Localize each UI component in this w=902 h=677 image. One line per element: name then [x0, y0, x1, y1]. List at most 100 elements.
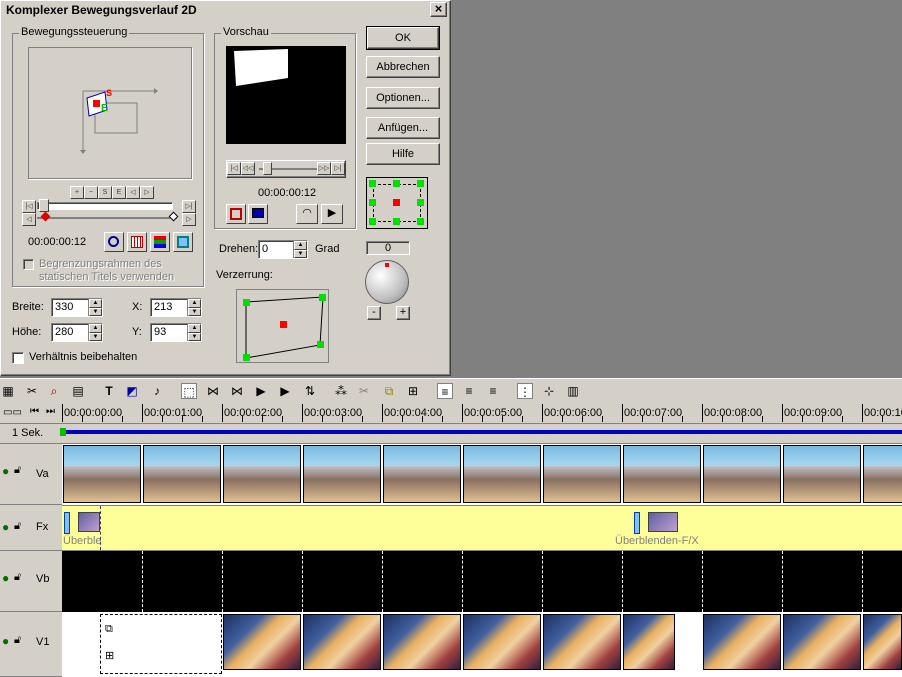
track-va-visible-icon[interactable]: ●: [2, 464, 9, 478]
track-vb[interactable]: [62, 551, 902, 612]
keyframe-start-marker[interactable]: [40, 211, 51, 222]
ruler-next-icon[interactable]: ⏭: [46, 406, 55, 417]
track-fx-visible-icon[interactable]: ●: [2, 520, 9, 534]
slider-thumb[interactable]: [39, 199, 49, 212]
title-clip[interactable]: ⧉ ⊞: [100, 614, 222, 674]
filmstrip-icon[interactable]: ▥: [565, 383, 581, 399]
playhead-marker[interactable]: [60, 428, 66, 436]
razor-icon[interactable]: ✂: [24, 383, 40, 399]
color-bars-icon[interactable]: [150, 232, 170, 252]
slide-icon[interactable]: ▶: [253, 383, 269, 399]
group-icon[interactable]: ⧉: [381, 383, 397, 399]
time-ruler[interactable]: [0, 402, 902, 424]
keyframe-track[interactable]: [37, 217, 177, 219]
track-vb-visible-icon[interactable]: ●: [2, 571, 9, 585]
grid-snap-icon[interactable]: ⊹: [541, 383, 557, 399]
track-v1[interactable]: ⧉ ⊞: [62, 612, 902, 677]
preview-frame-icon[interactable]: [226, 204, 246, 224]
document-icon[interactable]: ▤: [70, 383, 86, 399]
track-fx-lock-icon[interactable]: 🔓︎: [14, 520, 21, 533]
preview-end-icon[interactable]: ▷|: [331, 162, 345, 175]
dial-plus-button[interactable]: +: [396, 306, 410, 320]
trim-icon[interactable]: ⋈: [205, 383, 221, 399]
step-back-icon[interactable]: ◁: [22, 213, 36, 226]
track-v1-lock-icon[interactable]: 🔓︎: [14, 634, 21, 647]
preview-forward-icon[interactable]: ▷▷: [317, 162, 331, 175]
step-forward-icon[interactable]: ▷: [182, 213, 196, 226]
add-button[interactable]: Anfügen...: [366, 117, 440, 139]
ratio-checkbox[interactable]: [12, 352, 24, 364]
preview-back-icon[interactable]: ◁◁: [241, 162, 255, 175]
frame-position-widget[interactable]: [366, 177, 428, 229]
set-end-icon[interactable]: E: [112, 186, 126, 199]
time-stretch-icon[interactable]: ⇅: [302, 383, 318, 399]
track-head-v1[interactable]: ● 🔓︎ V1: [0, 612, 62, 677]
ruler-prev-icon[interactable]: ⏮: [30, 406, 39, 417]
distort-center[interactable]: [280, 321, 287, 328]
preview-slider-thumb[interactable]: [263, 162, 272, 175]
rotation-dial[interactable]: [365, 260, 409, 304]
frame-handle-ml[interactable]: [369, 199, 376, 206]
breite-spinner[interactable]: ▲ ▼: [88, 299, 102, 316]
help-button[interactable]: Hilfe: [366, 143, 440, 165]
keyframe-end-marker[interactable]: [168, 211, 179, 222]
align-right-icon[interactable]: ≡: [485, 383, 501, 399]
track-vb-lock-icon[interactable]: 🔓︎: [14, 571, 21, 584]
align-left-icon[interactable]: ≡: [437, 383, 453, 399]
distort-handle-tr[interactable]: [319, 294, 326, 301]
play-icon[interactable]: ▶: [321, 204, 343, 224]
slip-icon[interactable]: ▶: [277, 383, 293, 399]
position-slider[interactable]: [37, 202, 173, 210]
track-head-fx[interactable]: ● 🔓︎ Fx: [0, 505, 62, 551]
safe-area-icon[interactable]: [173, 232, 193, 252]
fx-marker-2[interactable]: [634, 512, 640, 534]
seek-end-icon[interactable]: ▷|: [182, 200, 196, 213]
track-va[interactable]: [62, 444, 902, 505]
storyboard-icon[interactable]: ▦: [0, 383, 16, 399]
select-icon[interactable]: ⬚: [181, 383, 197, 399]
lock-clips-icon[interactable]: ⊞: [405, 383, 421, 399]
marker-icon[interactable]: ⁂: [333, 383, 349, 399]
frame-handle-bc[interactable]: [393, 218, 400, 225]
ripple-icon[interactable]: ⋈: [229, 383, 245, 399]
title-icon[interactable]: T: [101, 383, 117, 399]
seek-start-icon[interactable]: |◁: [22, 200, 36, 213]
track-head-vb[interactable]: ● 🔓︎ Vb: [0, 551, 62, 612]
align-center-icon[interactable]: ≡: [461, 383, 477, 399]
y-spinner[interactable]: ▲ ▼: [187, 324, 201, 341]
scale-bar[interactable]: [60, 424, 902, 444]
remove-keyframe-icon[interactable]: −: [84, 186, 98, 199]
frame-handle-bl[interactable]: [369, 218, 376, 225]
zoom-icon[interactable]: [104, 232, 124, 252]
audio-icon[interactable]: ♪: [149, 383, 165, 399]
speed-icon[interactable]: ◠: [296, 204, 318, 224]
distortion-widget[interactable]: [236, 289, 329, 363]
split-icon[interactable]: ✂: [356, 383, 372, 399]
dialog-titlebar[interactable]: Komplexer Bewegungsverlauf 2D ×: [2, 2, 449, 19]
ok-button[interactable]: OK: [366, 26, 440, 50]
track-va-lock-icon[interactable]: 🔓︎: [14, 464, 21, 477]
fx-thumb-1[interactable]: [78, 512, 100, 532]
track-head-va[interactable]: ● 🔓︎ Va: [0, 444, 62, 505]
drehen-spinner[interactable]: ▲ ▼: [293, 241, 307, 258]
next-keyframe-icon[interactable]: ▷: [140, 186, 154, 199]
distort-handle-bl[interactable]: [243, 354, 250, 361]
ruler-view-icon[interactable]: ▭▭: [3, 407, 22, 418]
frame-handle-tc[interactable]: [393, 180, 400, 187]
x-spinner[interactable]: ▲ ▼: [187, 299, 201, 316]
add-keyframe-icon[interactable]: +: [70, 186, 84, 199]
grid-icon[interactable]: [127, 232, 147, 252]
cancel-button[interactable]: Abbrechen: [366, 56, 440, 78]
fx-thumb-2[interactable]: [648, 512, 678, 532]
preview-start-icon[interactable]: |◁: [227, 162, 241, 175]
search-icon[interactable]: ⌕: [46, 383, 62, 399]
dial-minus-button[interactable]: -: [367, 306, 381, 320]
frame-handle-tr[interactable]: [417, 180, 424, 187]
close-button[interactable]: ×: [430, 2, 447, 17]
track-v1-visible-icon[interactable]: ●: [2, 634, 9, 648]
distort-handle-tl[interactable]: [243, 299, 250, 306]
snap-icon[interactable]: ⋮: [517, 383, 533, 399]
distort-handle-br[interactable]: [317, 341, 324, 348]
options-button[interactable]: Optionen...: [366, 87, 440, 109]
prev-keyframe-icon[interactable]: ◁: [126, 186, 140, 199]
